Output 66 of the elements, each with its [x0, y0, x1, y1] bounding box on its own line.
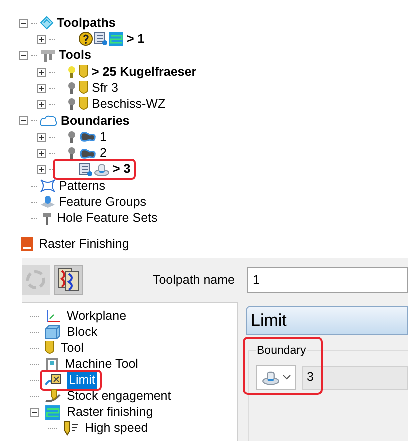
expand-toggle[interactable] [37, 132, 46, 142]
page-tree-item[interactable]: Stock engagement [65, 387, 174, 406]
lightbulb-icon[interactable] [68, 82, 76, 95]
page-title: Limit [251, 310, 287, 332]
puck-icon [94, 162, 110, 177]
cube-icon [45, 324, 61, 340]
cutter-engagement-icon [45, 389, 61, 404]
tree-item[interactable]: 1 [100, 128, 107, 147]
expand-toggle[interactable] [37, 68, 46, 77]
tree-item[interactable]: Beschiss-WZ [92, 95, 166, 114]
tree-item[interactable]: Tools [59, 46, 92, 66]
limit-icon [45, 372, 63, 388]
cutter-icon [79, 64, 89, 80]
tool-holder-icon [40, 48, 56, 63]
raster-pattern-icon [58, 268, 80, 292]
collapse-toggle[interactable] [19, 51, 28, 60]
raster-icon [45, 404, 61, 421]
tree-item[interactable]: > 25 Kugelfraeser [92, 62, 197, 82]
expand-toggle[interactable] [37, 84, 46, 93]
question-icon [79, 32, 93, 46]
tree-item[interactable]: Toolpaths [57, 14, 116, 33]
boundary-shape-icon [79, 148, 97, 160]
toolpath-name-field[interactable]: 1 [247, 267, 408, 293]
collapse-toggle[interactable] [19, 116, 28, 126]
puck-icon [262, 370, 280, 386]
boundary-dropdown[interactable] [256, 365, 296, 390]
machine-frame-icon [45, 356, 59, 372]
cutter-icon [79, 80, 89, 96]
raster-icon [109, 32, 124, 47]
page-tree-item[interactable]: Raster finishing [65, 403, 156, 422]
axes-icon [45, 308, 61, 324]
star-outline-icon [40, 179, 56, 194]
page-tree-item[interactable]: Workplane [65, 306, 129, 326]
cloud-icon [40, 114, 58, 127]
cutter-speed-icon [63, 421, 79, 436]
lightbulb-icon[interactable] [68, 130, 76, 144]
expand-toggle[interactable] [37, 34, 46, 44]
tree-item[interactable]: Boundaries [61, 112, 130, 130]
collapse-toggle[interactable] [30, 408, 39, 418]
stack-icon [40, 16, 54, 30]
chevron-down-icon [282, 375, 290, 380]
expand-toggle[interactable] [37, 165, 46, 174]
expand-toggle[interactable] [37, 100, 46, 110]
dialog-title: Raster Finishing [39, 236, 130, 253]
lightbulb-icon[interactable] [68, 147, 76, 160]
lightbulb-icon[interactable] [68, 66, 76, 79]
cutter-icon [45, 340, 55, 356]
toolpath-name-label: Toolpath name [152, 272, 235, 289]
drill-icon [40, 212, 54, 226]
boundary-field: 3 [302, 366, 408, 390]
boundary-shape-icon [79, 131, 97, 144]
lightbulb-icon[interactable] [68, 98, 76, 112]
app-icon [21, 237, 33, 251]
tree-item[interactable]: Patterns [59, 176, 106, 196]
pattern-button[interactable] [54, 265, 83, 295]
cylinder-icon [40, 195, 56, 210]
tree-item[interactable]: 2 [100, 144, 107, 163]
tree-item[interactable]: Sfr 3 [92, 78, 118, 98]
tree-item[interactable]: Hole Feature Sets [57, 209, 158, 228]
cutter-icon [79, 97, 89, 112]
tree-item[interactable]: > 1 [127, 30, 145, 49]
expand-toggle[interactable] [37, 149, 46, 158]
tree-item[interactable]: Feature Groups [59, 193, 147, 212]
page-tree-item[interactable]: High speed [83, 419, 150, 438]
collapse-toggle[interactable] [19, 18, 28, 28]
tree-item[interactable]: > 3 [113, 160, 131, 180]
